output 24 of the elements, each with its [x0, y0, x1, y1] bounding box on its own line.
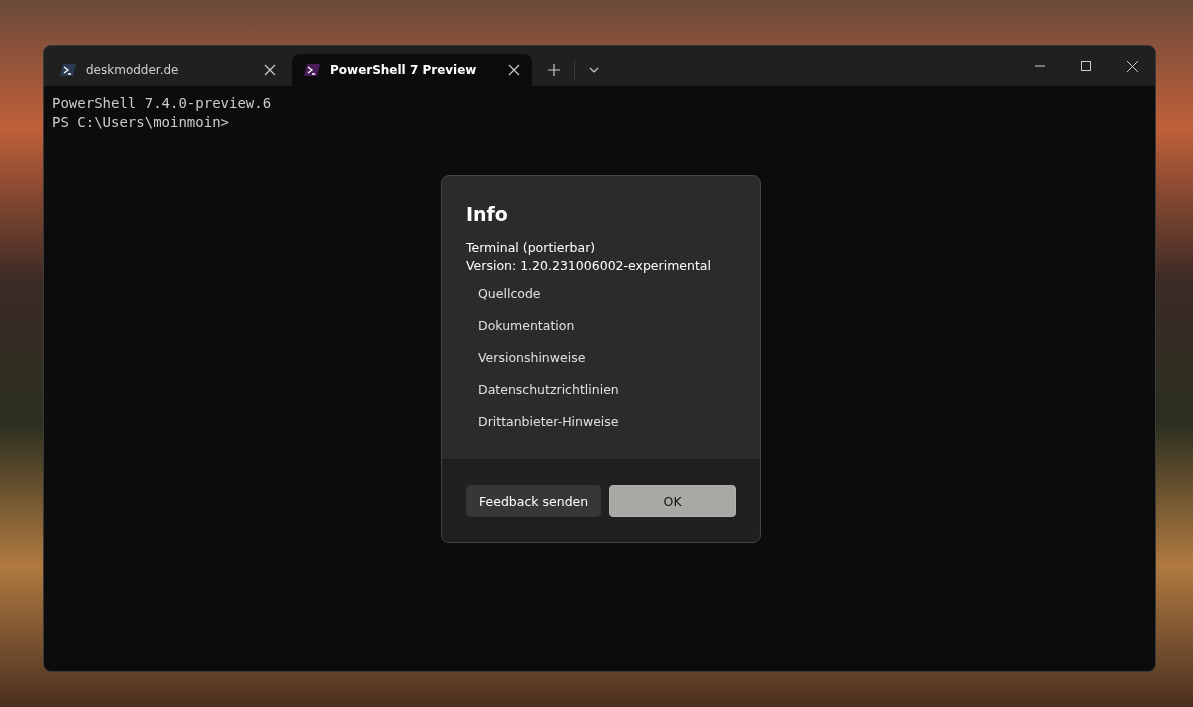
tab-title: deskmodder.de [86, 63, 180, 77]
chevron-down-icon[interactable] [589, 67, 599, 73]
terminal-line: PowerShell 7.4.0-preview.6 [52, 94, 272, 113]
tab[interactable]: deskmodder.de [48, 54, 288, 86]
link[interactable]: Quellcode [478, 284, 541, 303]
maximize-icon[interactable] [1081, 61, 1091, 71]
link[interactable]: Drittanbieter-Hinweise [478, 412, 619, 431]
close-icon[interactable] [1126, 60, 1138, 72]
close-icon[interactable] [264, 64, 276, 76]
close-icon[interactable] [508, 64, 520, 76]
link[interactable]: Versionshinweise [478, 348, 586, 367]
ok-button[interactable]: OK [609, 485, 736, 517]
link[interactable]: Dokumentation [478, 316, 575, 335]
terminal-prompt-icon [304, 62, 320, 78]
info-text: Terminal (portierbar) [466, 239, 596, 257]
plus-icon[interactable] [548, 64, 560, 76]
dialog-title: Info [466, 203, 508, 225]
info-text: Version: 1.20.231006002-experimental [466, 257, 711, 275]
feedback-button[interactable]: Feedback senden [466, 485, 602, 517]
terminal-prompt-icon [60, 62, 76, 78]
terminal-line: PS C:\Users\moinmoin> [52, 113, 229, 132]
tab-title: PowerShell 7 Preview [330, 63, 478, 77]
tab[interactable]: PowerShell 7 Preview [292, 54, 532, 86]
link[interactable]: Datenschutzrichtlinien [478, 380, 619, 399]
